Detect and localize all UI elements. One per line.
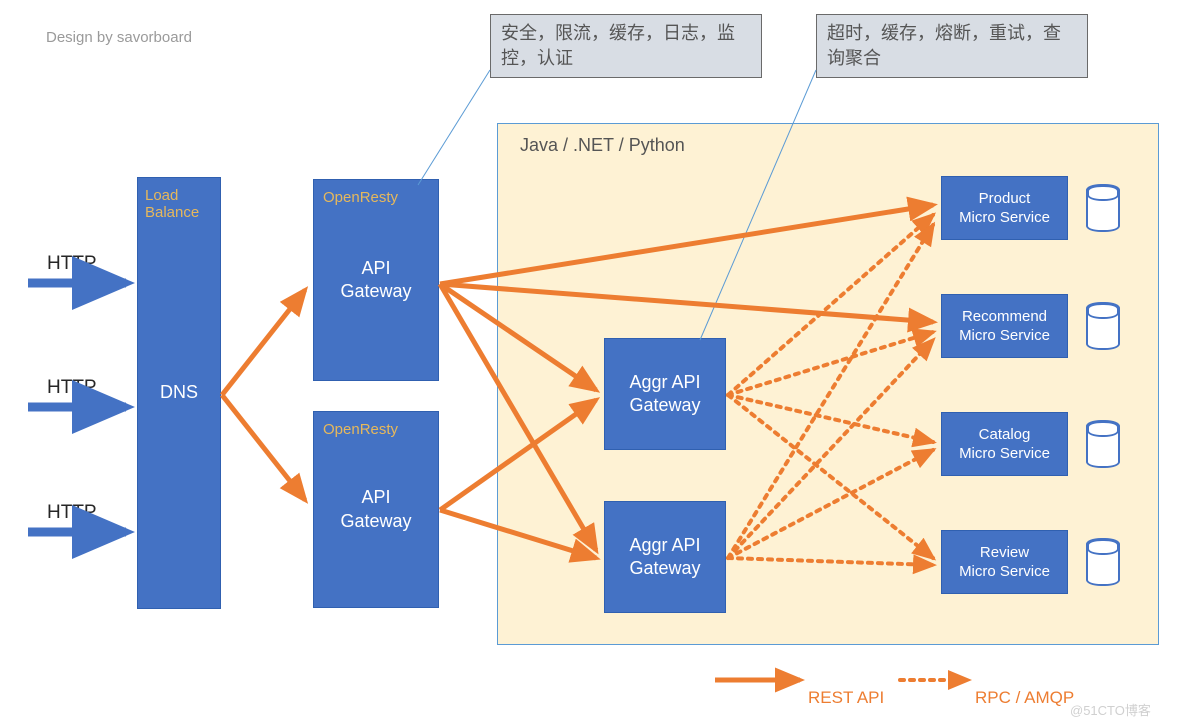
db-cylinder-2: [1086, 420, 1120, 468]
aggr-line1-0: Aggr API: [629, 371, 700, 394]
service-box-1: Recommend Micro Service: [941, 294, 1068, 358]
api-gateway-title-line1-1: API: [361, 486, 390, 509]
service-line1-1: Recommend: [962, 307, 1047, 327]
aggr-line2-1: Gateway: [629, 557, 700, 580]
service-box-3: Review Micro Service: [941, 530, 1068, 594]
http-label-0: HTTP: [47, 253, 97, 275]
legend-dotted-label: RPC / AMQP: [975, 688, 1074, 708]
api-gateway-box-0: API Gateway: [313, 179, 439, 381]
service-line2-0: Micro Service: [959, 208, 1050, 228]
service-line1-2: Catalog: [979, 425, 1031, 445]
api-gateway-label-1: OpenResty: [323, 421, 398, 438]
service-line1-0: Product: [979, 189, 1031, 209]
annotation-aggr: 超时，缓存，熔断，重试，查询聚合: [816, 14, 1088, 78]
annotation-gateway: 安全，限流，缓存，日志，监控，认证: [490, 14, 762, 78]
runtime-container-title: Java / .NET / Python: [520, 135, 685, 156]
db-cylinder-1: [1086, 302, 1120, 350]
api-gateway-title-line2-1: Gateway: [340, 510, 411, 533]
aggr-line2-0: Gateway: [629, 394, 700, 417]
annotation-aggr-text: 超时，缓存，熔断，重试，查询聚合: [827, 23, 1061, 68]
dns-label: Load Balance: [145, 187, 199, 221]
http-label-2: HTTP: [47, 502, 97, 524]
service-line2-1: Micro Service: [959, 326, 1050, 346]
service-box-0: Product Micro Service: [941, 176, 1068, 240]
service-line1-3: Review: [980, 543, 1029, 563]
api-gateway-title-line1-0: API: [361, 257, 390, 280]
dns-box: DNS: [137, 177, 221, 609]
api-gateway-box-1: API Gateway: [313, 411, 439, 608]
db-cylinder-0: [1086, 184, 1120, 232]
http-label-1: HTTP: [47, 377, 97, 399]
db-cylinder-3: [1086, 538, 1120, 586]
watermark: @51CTO博客: [1070, 700, 1151, 719]
dns-title: DNS: [160, 381, 198, 404]
api-gateway-title-line2-0: Gateway: [340, 280, 411, 303]
legend-solid-label: REST API: [808, 688, 884, 708]
aggr-line1-1: Aggr API: [629, 534, 700, 557]
service-box-2: Catalog Micro Service: [941, 412, 1068, 476]
service-line2-2: Micro Service: [959, 444, 1050, 464]
aggr-api-gateway-box-1: Aggr API Gateway: [604, 501, 726, 613]
aggr-api-gateway-box-0: Aggr API Gateway: [604, 338, 726, 450]
api-gateway-label-0: OpenResty: [323, 189, 398, 206]
annotation-gateway-text: 安全，限流，缓存，日志，监控，认证: [501, 23, 735, 68]
service-line2-3: Micro Service: [959, 562, 1050, 582]
design-by-label: Design by savorboard: [46, 29, 192, 46]
